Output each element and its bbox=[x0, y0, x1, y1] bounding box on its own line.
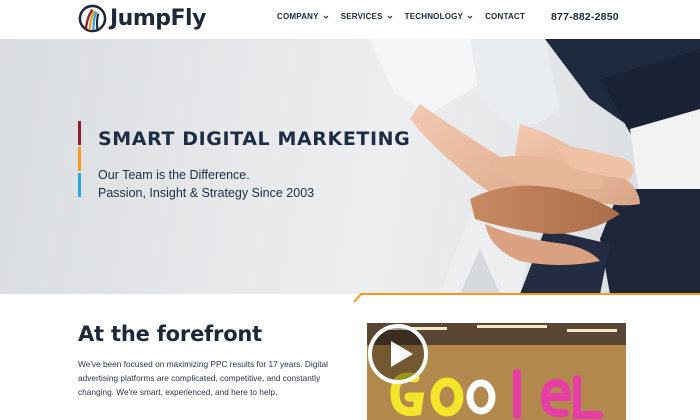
logo-wordmark: JumpFly bbox=[110, 5, 206, 31]
nav-technology-label: TECHNOLOGY bbox=[404, 12, 464, 21]
hero-title: SMART DIGITAL MARKETING bbox=[98, 128, 411, 150]
nav-technology[interactable]: TECHNOLOGY bbox=[405, 12, 473, 21]
accent-bar-red bbox=[78, 121, 81, 145]
nav-services-label: SERVICES bbox=[340, 12, 383, 21]
nav-company-label: COMPANY bbox=[277, 12, 319, 21]
hero-subtitle-line-1: Our Team is the Difference. bbox=[98, 168, 250, 182]
play-icon[interactable] bbox=[367, 323, 429, 385]
jumpfly-logo-icon bbox=[78, 4, 107, 32]
chevron-down-icon bbox=[323, 15, 329, 19]
phone-number-link[interactable]: 877-882-2850 bbox=[551, 11, 619, 23]
site-header: JumpFly COMPANY SERVICES TECHNOLOGY CONT… bbox=[0, 0, 700, 39]
section-body-text: We've been focused on maximizing PPC res… bbox=[78, 359, 328, 397]
hero-subtitle-line-2: Passion, Insight & Strategy Since 2003 bbox=[98, 186, 315, 200]
hero-subtitle: Our Team is the Difference. Passion, Ins… bbox=[98, 166, 314, 202]
nav-company[interactable]: COMPANY bbox=[277, 12, 329, 21]
chevron-down-icon bbox=[387, 15, 392, 19]
chevron-down-icon bbox=[467, 15, 473, 19]
nav-contact[interactable]: CONTACT bbox=[485, 12, 525, 21]
nav-contact-label: CONTACT bbox=[485, 12, 525, 21]
section-divider bbox=[0, 293, 700, 312]
video-player[interactable] bbox=[367, 323, 626, 420]
nav-services[interactable]: SERVICES bbox=[341, 12, 393, 21]
section-title: At the forefront bbox=[78, 322, 263, 346]
jumpfly-logo[interactable]: JumpFly bbox=[78, 3, 206, 33]
accent-bar-orange bbox=[78, 147, 81, 171]
hero-banner: SMART DIGITAL MARKETING Our Team is the … bbox=[0, 39, 700, 294]
accent-bar-blue bbox=[78, 173, 81, 197]
main-nav: COMPANY SERVICES TECHNOLOGY CONTACT bbox=[277, 12, 537, 21]
hero-accent-bars bbox=[78, 121, 82, 199]
